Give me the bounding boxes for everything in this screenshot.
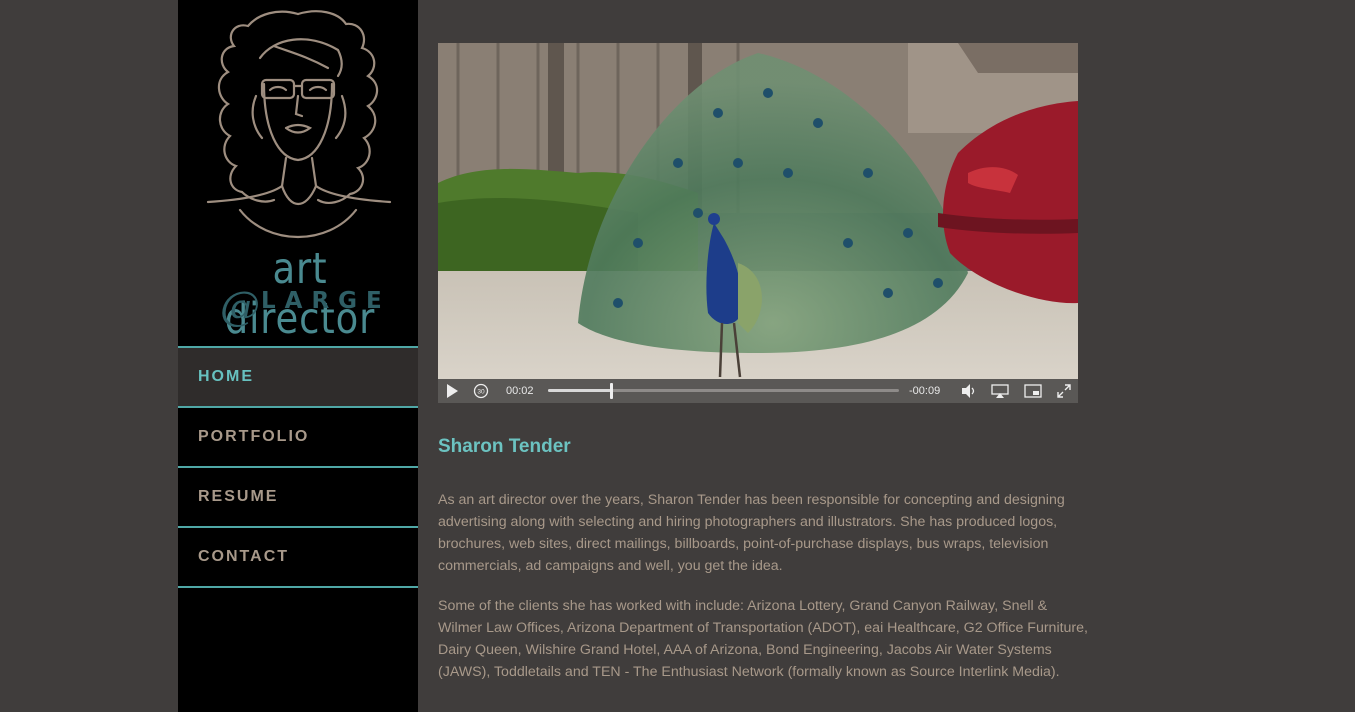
profile-name-heading: Sharon Tender [438, 436, 571, 457]
video-progress-track[interactable] [548, 383, 899, 399]
nav-item-resume[interactable]: RESUME [178, 466, 418, 526]
picture-in-picture-icon[interactable] [1023, 383, 1043, 399]
logo-text-large: LARGE [261, 288, 391, 314]
current-time: 00:02 [506, 385, 534, 397]
nav-item-home[interactable]: HOME [178, 346, 418, 406]
sidebar: art director @ LARGE HOME PORTFOLIO RESU… [178, 0, 418, 712]
airplay-icon[interactable] [990, 383, 1010, 399]
video-progress-fill [548, 389, 612, 392]
nav-bottom-divider [178, 586, 418, 588]
svg-text:30: 30 [477, 389, 485, 396]
fullscreen-icon[interactable] [1055, 383, 1073, 399]
nav-item-contact[interactable]: CONTACT [178, 526, 418, 586]
site-logo[interactable]: art director @ LARGE [178, 0, 418, 346]
bio-paragraph-1: As an art director over the years, Sharo… [438, 492, 1065, 574]
remaining-time: -00:09 [909, 385, 941, 397]
video-controls: 30 00:02 -00:09 [438, 379, 1078, 403]
logo-at-symbol: @ [220, 284, 260, 330]
video-scrubber-handle[interactable] [610, 383, 614, 399]
bio-paragraph-2: Some of the clients she has worked with … [438, 598, 1088, 680]
video-player[interactable]: 30 00:02 -00:09 [438, 43, 1078, 403]
play-icon[interactable] [444, 383, 460, 399]
portrait-illustration [206, 10, 392, 238]
replay-30-icon[interactable]: 30 [472, 383, 490, 399]
main-navigation: HOME PORTFOLIO RESUME CONTACT [178, 346, 418, 588]
nav-item-portfolio[interactable]: PORTFOLIO [178, 406, 418, 466]
volume-icon[interactable] [960, 383, 978, 399]
video-frame-peacock[interactable] [438, 43, 1078, 379]
